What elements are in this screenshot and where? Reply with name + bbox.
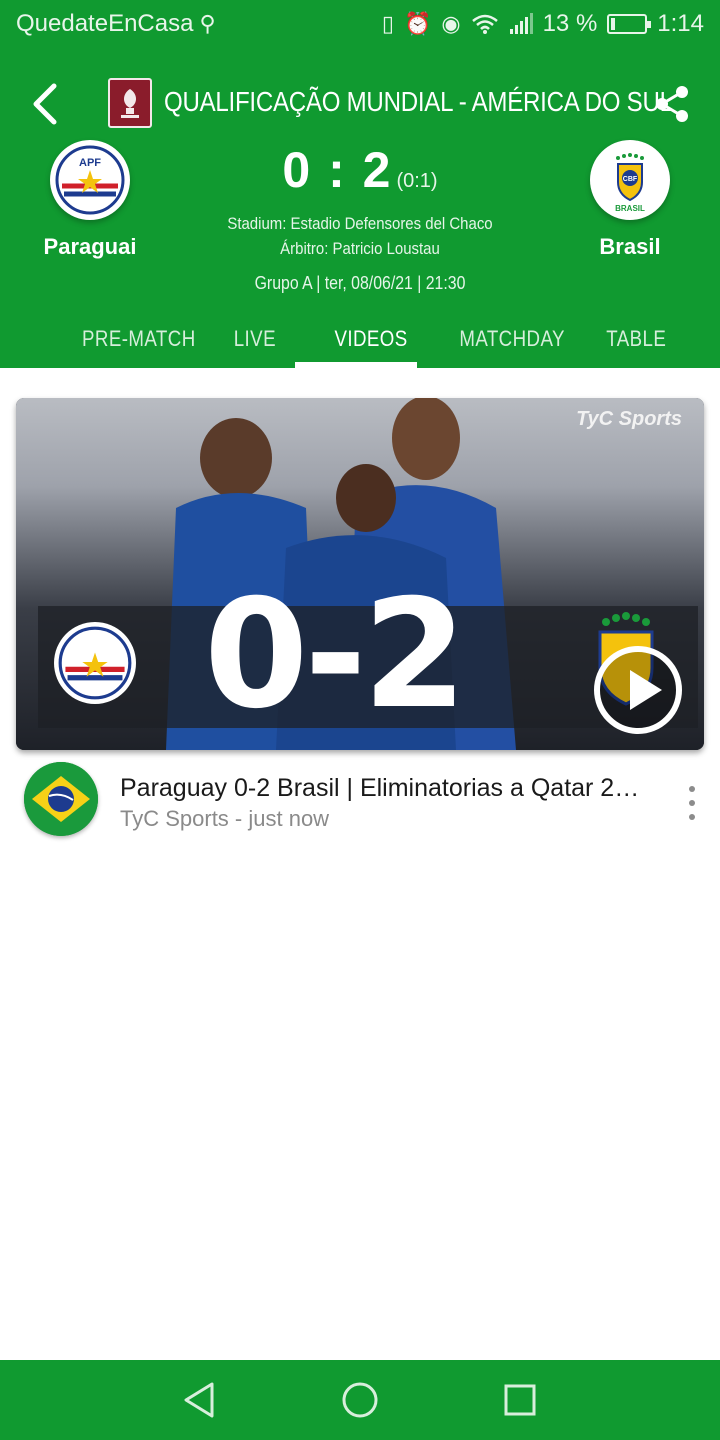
usb-icon: ⚲ (199, 11, 216, 36)
video-title[interactable]: Paraguay 0-2 Brasil | Eliminatorias a Qa… (120, 774, 640, 803)
video-thumbnail[interactable]: TyC Sports 0-2 (16, 398, 704, 750)
battery-icon (607, 14, 652, 34)
battery-percent: 13 % (542, 10, 598, 37)
toolbar: QUALIFICAÇÃO MUNDIAL - AMÉRICA DO SUL (0, 70, 720, 136)
active-tab-indicator (295, 362, 417, 368)
tab-table[interactable]: TABLE (606, 326, 666, 352)
away-team[interactable]: CBF BRASIL Brasil (570, 140, 690, 260)
match-header: QuedateEnCasa ⚲ ▯ ⏰ ◉ 13 % 1:14 QUALIFIC… (0, 0, 720, 368)
paraguay-crest-icon: APF (50, 140, 130, 220)
video-paraguay-crest-icon (54, 622, 136, 704)
home-crest-text: APF (79, 157, 101, 169)
eye-comfort-icon: ◉ (441, 11, 461, 36)
score-block: 0 : 2 (0:1) Stadium: Estadio Defensores d… (180, 140, 540, 296)
tab-matchday[interactable]: MATCHDAY (459, 326, 565, 352)
system-nav-bar (0, 1360, 720, 1440)
nav-home-icon[interactable] (340, 1380, 380, 1420)
tab-pre-match[interactable]: PRE-MATCH (82, 326, 196, 352)
away-crest-sub: BRASIL (615, 204, 645, 213)
chevron-left-icon[interactable] (28, 82, 62, 126)
referee-label: Árbitro: Patricio Loustau (280, 239, 440, 258)
competition-title: QUALIFICAÇÃO MUNDIAL - AMÉRICA DO SUL (164, 86, 673, 117)
nav-back-icon[interactable] (180, 1380, 220, 1420)
video-info[interactable]: Paraguay 0-2 Brasil | Eliminatorias a Qa… (0, 760, 720, 846)
away-team-name: Brasil (599, 234, 661, 259)
home-team-name: Paraguai (43, 234, 137, 259)
home-team[interactable]: APF Paraguai (30, 140, 150, 260)
clock: 1:14 (657, 10, 704, 37)
more-options-icon[interactable] (680, 786, 704, 820)
stadium-label: Stadium: Estadio Defensores del Chaco (227, 214, 493, 233)
tab-videos[interactable]: VIDEOS (334, 326, 407, 352)
wifi-icon (471, 14, 498, 34)
video-overlay-score: 0-2 (204, 568, 467, 742)
group-date-label: Grupo A | ter, 08/06/21 | 21:30 (254, 273, 466, 293)
match-tabs: PRE-MATCH LIVE VIDEOS MATCHDAY TABLE (0, 318, 720, 368)
status-bar: QuedateEnCasa ⚲ ▯ ⏰ ◉ 13 % 1:14 (0, 0, 720, 50)
share-icon[interactable] (654, 84, 690, 124)
video-channel-time: TyC Sports - just now (120, 806, 330, 831)
video-brand-watermark: TyC Sports (576, 408, 682, 430)
brasil-crest-icon: CBF BRASIL (590, 140, 670, 220)
vibrate-icon: ▯ (381, 11, 394, 36)
match-score: 0 : 2 (0:1) (180, 140, 540, 211)
alarm-icon: ⏰ (403, 11, 432, 36)
carrier-label: QuedateEnCasa (16, 10, 194, 37)
play-icon[interactable] (594, 646, 682, 734)
away-crest-text: CBF (623, 176, 638, 183)
brasil-flag-avatar (24, 762, 98, 836)
signal-icon (509, 13, 533, 34)
nav-recents-icon[interactable] (500, 1380, 540, 1420)
tab-live[interactable]: LIVE (234, 326, 276, 352)
halftime-score: (0:1) (396, 170, 438, 192)
score-value: 0 : 2 (282, 142, 393, 198)
competition-logo (108, 78, 152, 128)
